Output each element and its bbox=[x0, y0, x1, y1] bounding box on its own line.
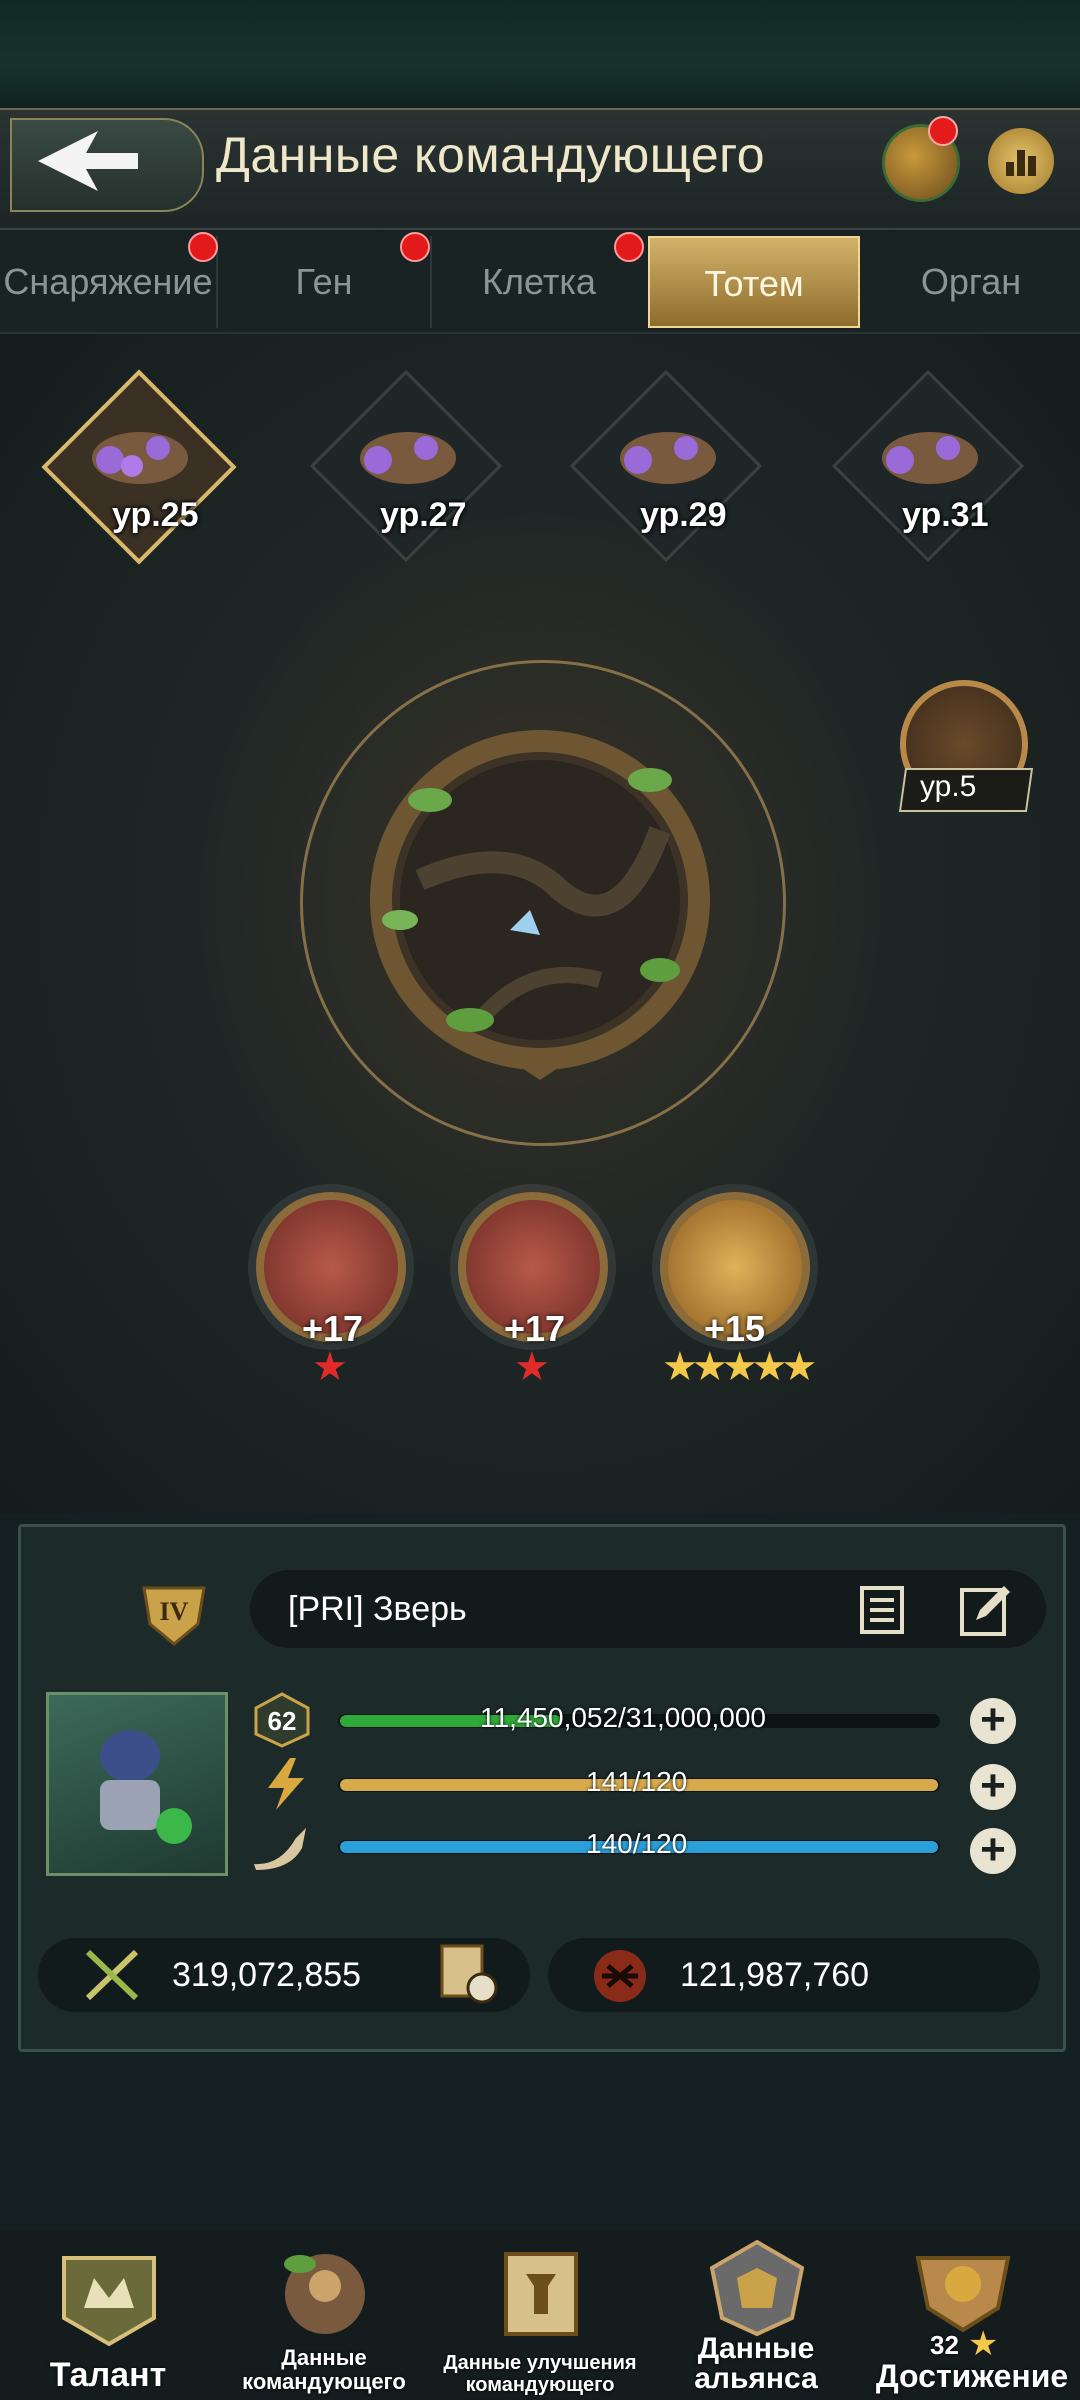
totem-slot-2[interactable]: ур.27 bbox=[309, 369, 503, 563]
totem-rock-icon bbox=[92, 432, 188, 484]
totem-slot-4[interactable]: ур.31 bbox=[831, 369, 1025, 563]
nav-alliance-data-label: Данные альянса bbox=[694, 2332, 818, 2395]
nav-upgrade-data-label: Данные улучшения командующего bbox=[443, 2352, 637, 2396]
slot-level: ур.31 bbox=[902, 496, 989, 534]
nav-achievement-label: Достижение bbox=[875, 2358, 1069, 2394]
achievement-icon bbox=[915, 2256, 1011, 2333]
slot-level: ур.29 bbox=[640, 496, 727, 534]
lightning-icon bbox=[268, 1758, 304, 1810]
bar-chart-icon bbox=[1006, 150, 1036, 176]
achievement-count: 32 bbox=[930, 2330, 959, 2360]
side-level: ур.5 bbox=[920, 770, 977, 803]
edit-icon[interactable] bbox=[958, 1582, 1014, 1638]
tab-badge bbox=[188, 232, 218, 262]
power-value: 319,072,855 bbox=[172, 1956, 362, 1994]
slot-level: ур.25 bbox=[112, 496, 199, 534]
tab-equipment[interactable]: Снаряжение bbox=[0, 236, 218, 328]
star-icon: ★ bbox=[312, 1345, 348, 1389]
totem-slot-1[interactable]: ур.25 bbox=[41, 369, 237, 565]
slot-level: ур.27 bbox=[380, 496, 467, 534]
nav-talent-label: Талант bbox=[49, 2356, 167, 2394]
totem-rock-icon bbox=[882, 432, 978, 484]
level-badge-icon: 62 bbox=[254, 1692, 310, 1748]
upgrade-data-icon bbox=[504, 2252, 578, 2336]
tab-badge bbox=[400, 232, 430, 262]
experience-value: 11,450,052/31,000,000 bbox=[480, 1702, 766, 1733]
totem-slot-3[interactable]: ур.29 bbox=[569, 369, 763, 563]
tab-organ[interactable]: Орган bbox=[862, 236, 1080, 328]
tab-totem[interactable]: Тотем bbox=[648, 236, 860, 328]
top-decor bbox=[0, 0, 1080, 108]
talent-icon bbox=[62, 2256, 156, 2347]
alliance-data-icon bbox=[709, 2239, 805, 2337]
page-title: Данные командующего bbox=[216, 127, 766, 183]
crossed-swords-icon bbox=[85, 1949, 139, 2001]
energy-value: 141/120 bbox=[586, 1766, 688, 1797]
svg-text:IV: IV bbox=[160, 1597, 189, 1626]
stamina-value: 140/120 bbox=[586, 1828, 688, 1859]
svg-text:62: 62 bbox=[268, 1706, 297, 1736]
totem-rock-icon bbox=[360, 432, 456, 484]
notification-dot bbox=[928, 116, 958, 146]
tab-badge bbox=[614, 232, 644, 262]
robot-avatar-icon bbox=[100, 1730, 192, 1844]
commander-data-icon bbox=[284, 2254, 365, 2334]
add-experience-button[interactable]: + bbox=[970, 1698, 1016, 1744]
kills-value: 121,987,760 bbox=[680, 1956, 870, 1994]
add-energy-button[interactable]: + bbox=[970, 1764, 1016, 1810]
vip-badge-icon: IV bbox=[142, 1586, 206, 1646]
kills-icon bbox=[594, 1950, 646, 2002]
nav-commander-data-label: Данные командующего bbox=[242, 2345, 406, 2394]
player-name: [PRI] Зверь bbox=[288, 1590, 467, 1628]
five-stars-icon: ★★★★★ bbox=[662, 1345, 817, 1389]
add-stamina-button[interactable]: + bbox=[970, 1828, 1016, 1874]
star-icon: ★ bbox=[514, 1345, 550, 1389]
horn-icon bbox=[254, 1828, 306, 1870]
list-icon[interactable] bbox=[858, 1584, 910, 1636]
scroll-clock-icon[interactable] bbox=[432, 1940, 502, 2006]
totem-rock-icon bbox=[620, 432, 716, 484]
back-arrow-icon bbox=[38, 131, 138, 191]
totem-emblem-icon[interactable] bbox=[360, 720, 720, 1080]
